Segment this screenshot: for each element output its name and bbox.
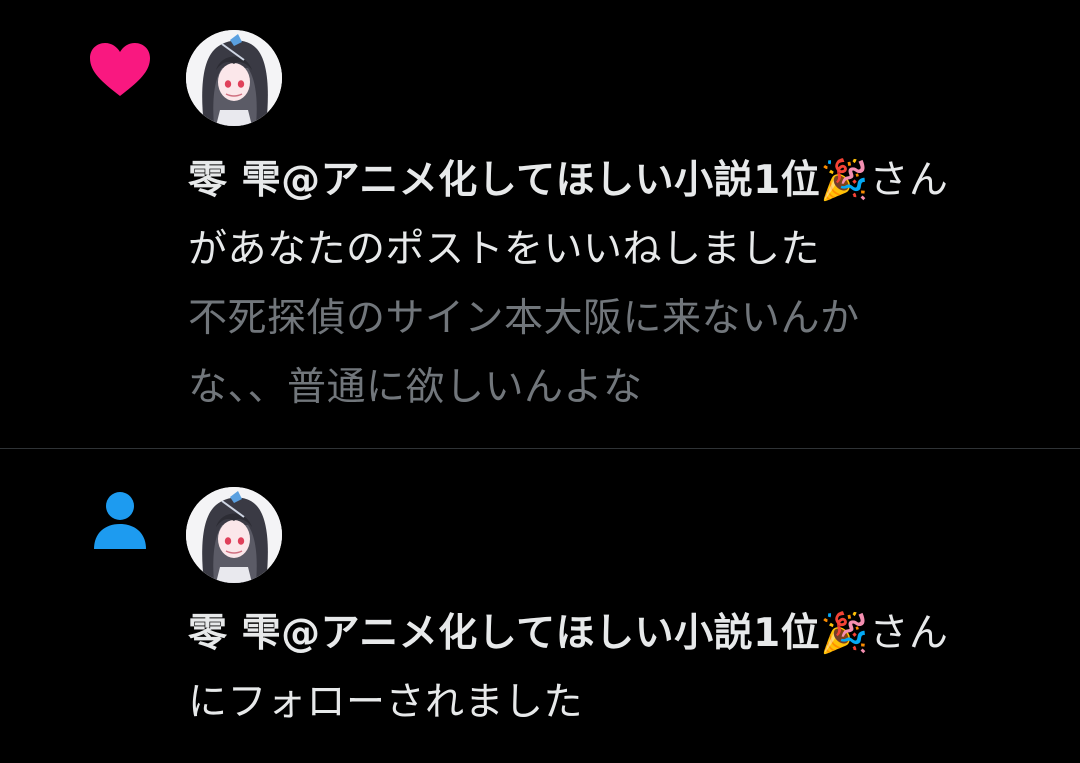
party-popper-emoji: 🎉 (820, 611, 870, 656)
user-name[interactable]: 零 雫@アニメ化してほしい小説1位 (188, 611, 820, 656)
notification-text: 零 雫@アニメ化してほしい小説1位🎉さん にフォローされました (188, 599, 1048, 737)
action-text-suffix: さん (869, 611, 949, 656)
avatar[interactable] (186, 30, 282, 126)
avatar[interactable] (186, 487, 282, 583)
action-text-suffix: さん (869, 158, 949, 203)
heart-icon (88, 42, 152, 98)
notifications-feed: 零 雫@アニメ化してほしい小説1位🎉さん があなたのポストをいいねしました 不死… (0, 0, 1080, 763)
notification-text: 零 雫@アニメ化してほしい小説1位🎉さん があなたのポストをいいねしました 不死… (188, 146, 1048, 422)
action-text: にフォローされました (188, 680, 584, 725)
party-popper-emoji: 🎉 (820, 158, 870, 203)
notification-follow[interactable]: 零 雫@アニメ化してほしい小説1位🎉さん にフォローされました (0, 449, 1080, 763)
user-name[interactable]: 零 雫@アニメ化してほしい小説1位 (188, 158, 820, 203)
post-preview-line-2[interactable]: な、、普通に欲しいんよな (188, 353, 1048, 422)
notification-like[interactable]: 零 雫@アニメ化してほしい小説1位🎉さん があなたのポストをいいねしました 不死… (0, 0, 1080, 448)
post-preview-line-1[interactable]: 不死探偵のサイン本大阪に来ないんか (188, 284, 1048, 353)
person-icon (92, 491, 148, 549)
action-text: があなたのポストをいいねしました (188, 227, 821, 272)
